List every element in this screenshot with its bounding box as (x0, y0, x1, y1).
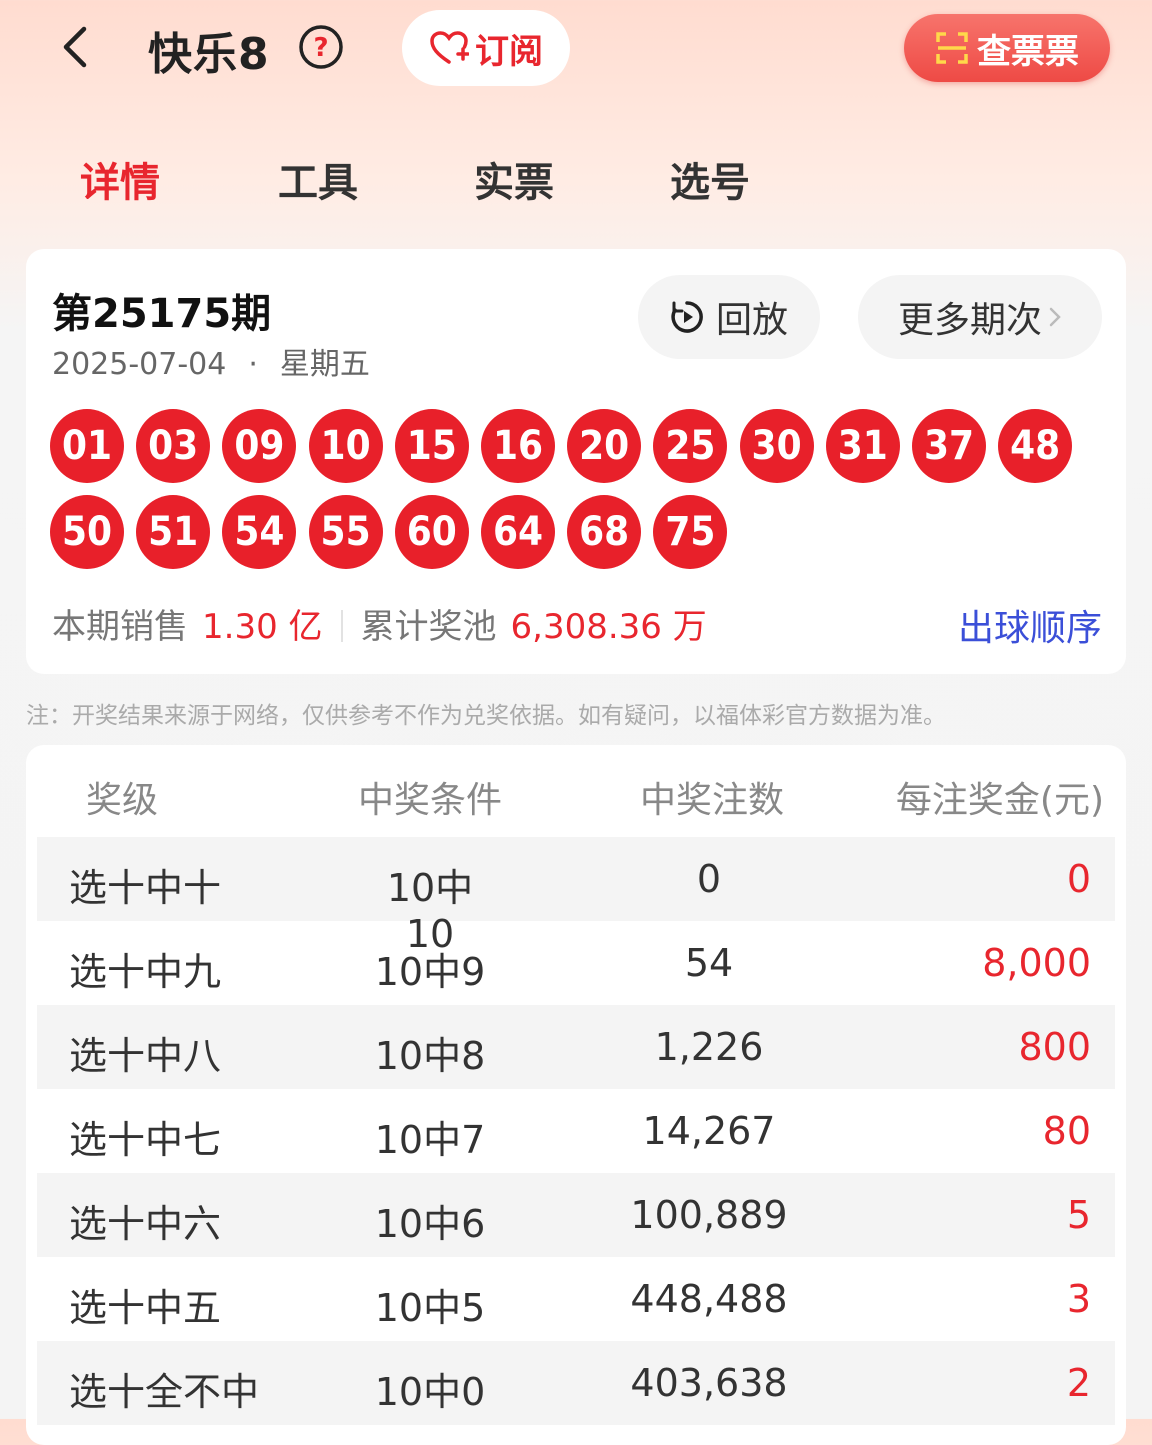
number-ball: 31 (825, 409, 900, 483)
table-row: 选十中九 10中9 54 8,000 (37, 921, 1115, 1005)
prize-condition: 10中8 (374, 1034, 486, 1078)
table-row: 选十中六 10中6 100,889 5 (37, 1173, 1115, 1257)
number-ball: 03 (136, 409, 211, 483)
number-ball: 48 (998, 409, 1073, 483)
winner-count: 54 (684, 941, 734, 985)
replay-icon (671, 301, 703, 333)
number-ball: 25 (653, 409, 728, 483)
sales-label: 本期销售 (52, 607, 188, 647)
number-ball: 30 (739, 409, 814, 483)
draw-weekday: 星期五 (279, 347, 370, 382)
check-ticket-button[interactable]: 查票票 (904, 14, 1110, 82)
winner-count: 100,889 (630, 1193, 788, 1237)
number-ball: 16 (481, 409, 555, 483)
draw-date: 2025-07-04 (52, 347, 227, 382)
heart-plus-icon (430, 31, 469, 64)
chevron-left-icon (63, 26, 87, 68)
table-row: 选十全不中 10中0 403,638 2 (37, 1341, 1115, 1425)
header-condition: 中奖条件 (358, 780, 503, 821)
sales-stats: 本期销售 1.30 亿累计奖池 6,308.36 万 出球顺序 (52, 599, 1102, 649)
header-level: 奖级 (86, 780, 159, 821)
prize-level: 选十中八 (69, 1034, 222, 1078)
issue-number: 第25175期 (52, 291, 272, 337)
prize-condition: 10中5 (374, 1286, 486, 1330)
more-issues-label: 更多期次 (897, 300, 1042, 341)
table-row: 选十中五 10中5 448,488 3 (37, 1257, 1115, 1341)
table-row: 选十中八 10中8 1,226 800 (37, 1005, 1115, 1089)
winner-count: 0 (696, 857, 722, 901)
number-ball: 55 (308, 495, 383, 569)
divider (340, 610, 343, 642)
prize-table-header: 奖级 中奖条件 中奖注数 每注奖金(元) (26, 745, 1126, 837)
subscribe-label: 订阅 (475, 31, 543, 72)
number-ball: 20 (567, 409, 642, 483)
tab-details[interactable]: 详情 (80, 150, 160, 208)
number-ball: 68 (567, 495, 642, 569)
prize-level: 选十中五 (69, 1286, 222, 1330)
winner-count: 1,226 (654, 1025, 764, 1069)
help-icon[interactable]: ? (298, 24, 344, 70)
tab-tools[interactable]: 工具 (278, 150, 358, 208)
prize-amount: 0 (1066, 857, 1091, 901)
svg-text:?: ? (313, 33, 328, 63)
table-row: 选十中七 10中7 14,267 80 (37, 1089, 1115, 1173)
prize-amount: 5 (1066, 1193, 1091, 1237)
top-bar: 快乐8 ? 订阅 查票票 (0, 0, 1152, 100)
winner-count: 448,488 (630, 1277, 788, 1321)
prize-level: 选十中六 (69, 1202, 222, 1246)
prize-condition: 10中7 (374, 1118, 486, 1162)
number-ball: 51 (136, 495, 211, 569)
tab-bar: 详情 工具 实票 选号 (0, 150, 1152, 220)
number-ball: 15 (394, 409, 469, 483)
prize-amount: 800 (1018, 1025, 1091, 1069)
table-row: 选十中十 10中10 0 0 (37, 837, 1115, 956)
number-ball: 54 (222, 495, 297, 569)
draw-result-card: 第25175期 2025-07-04 · 星期五 回放 更多期次 01 03 09 10 1… (26, 249, 1126, 674)
pool-value: 6,308.36 万 (510, 607, 707, 647)
check-ticket-label: 查票票 (977, 31, 1079, 72)
ball-order-link[interactable]: 出球顺序 (958, 599, 1102, 651)
prize-table: 奖级 中奖条件 中奖注数 每注奖金(元) 选十中十 10中10 0 0 选十中九 10中9… (26, 745, 1126, 1445)
prize-level: 选十中七 (69, 1118, 222, 1162)
chevron-right-icon (1049, 307, 1061, 327)
subscribe-button[interactable]: 订阅 (402, 10, 570, 86)
prize-level: 选十中十 (69, 866, 222, 910)
replay-button[interactable]: 回放 (638, 275, 820, 359)
number-ball: 50 (50, 495, 124, 569)
prize-level: 选十中九 (69, 950, 222, 994)
header-winner-count: 中奖注数 (640, 780, 785, 821)
prize-level: 选十全不中 (69, 1370, 260, 1414)
tab-pick-numbers[interactable]: 选号 (670, 150, 750, 208)
winner-count: 14,267 (642, 1109, 776, 1153)
prize-condition: 10中0 (374, 1370, 486, 1414)
disclaimer-note: 注：开奖结果来源于网络，仅供参考不作为兑奖依据。如有疑问，以福体彩官方数据为准。 (26, 703, 946, 729)
scan-icon (936, 32, 968, 64)
winner-count: 403,638 (630, 1361, 788, 1405)
number-ball: 75 (653, 495, 728, 569)
number-ball: 60 (394, 495, 469, 569)
number-ball: 09 (222, 409, 297, 483)
number-ball: 01 (50, 409, 124, 483)
issue-date-line: 2025-07-04 · 星期五 (52, 347, 370, 382)
pool-label: 累计奖池 (360, 607, 497, 647)
page-title: 快乐8 (148, 29, 270, 80)
prize-amount: 3 (1066, 1277, 1091, 1321)
more-issues-button[interactable]: 更多期次 (858, 275, 1102, 359)
replay-label: 回放 (715, 300, 788, 341)
number-ball: 37 (912, 409, 986, 483)
header-prize-amount: 每注奖金(元) (895, 780, 1104, 821)
sales-value: 1.30 亿 (202, 607, 323, 647)
prize-amount: 80 (1042, 1109, 1091, 1153)
prize-condition: 10中9 (374, 950, 486, 994)
prize-condition: 10中6 (374, 1202, 486, 1246)
prize-amount: 2 (1066, 1361, 1091, 1405)
number-ball: 64 (481, 495, 555, 569)
back-button[interactable] (50, 22, 100, 72)
prize-amount: 8,000 (982, 941, 1091, 985)
number-ball: 10 (308, 409, 383, 483)
tab-real-tickets[interactable]: 实票 (474, 150, 554, 208)
